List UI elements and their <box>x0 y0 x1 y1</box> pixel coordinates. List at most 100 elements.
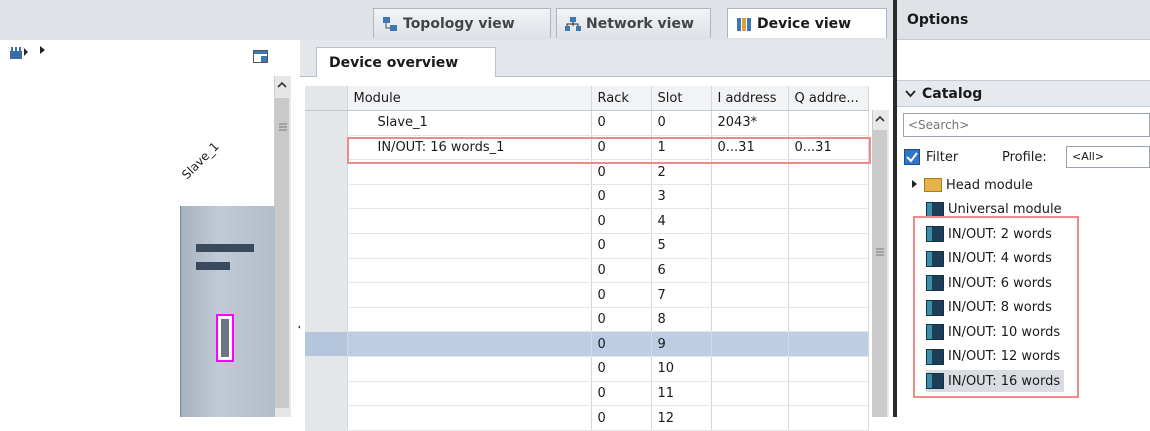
profile-select[interactable]: <All> <box>1066 146 1150 168</box>
table-row[interactable]: 04 <box>305 208 869 235</box>
q-address-cell[interactable] <box>788 405 869 431</box>
module-cell[interactable] <box>347 307 592 333</box>
catalog-title: Catalog <box>922 85 983 102</box>
table-row[interactable]: 05 <box>305 233 869 259</box>
module-cell[interactable] <box>347 258 592 284</box>
row-header-cell <box>305 135 348 161</box>
profibus-connector[interactable] <box>216 314 234 362</box>
table-row[interactable]: 07 <box>305 282 869 308</box>
row-header-cell <box>305 258 348 284</box>
column-header-q-address[interactable]: Q addre... <box>788 86 869 112</box>
q-address-cell[interactable] <box>788 282 869 308</box>
tab-topology-view[interactable]: Topology view <box>373 8 551 38</box>
tab-topology-label: Topology view <box>403 15 515 32</box>
module-cell[interactable] <box>347 184 592 210</box>
device-tool-icon[interactable] <box>8 44 30 62</box>
panel-layout-icon[interactable] <box>253 50 269 68</box>
i-address-cell[interactable] <box>711 184 789 210</box>
column-header-module[interactable]: Module <box>347 86 592 112</box>
slot-cell[interactable]: 6 <box>651 258 712 284</box>
q-address-cell[interactable] <box>788 233 869 259</box>
rack-cell[interactable]: 0 <box>591 208 652 235</box>
i-address-cell[interactable] <box>711 356 789 382</box>
slot-cell[interactable]: 12 <box>651 405 712 431</box>
module-cell[interactable]: Slave_1 <box>347 110 592 136</box>
module-cell[interactable] <box>347 405 592 431</box>
slot-cell[interactable]: 3 <box>651 184 712 210</box>
table-row[interactable]: Slave_1 0 0 2043* <box>305 110 869 136</box>
q-address-cell[interactable] <box>788 110 869 136</box>
table-row[interactable]: 0 12 <box>305 405 869 431</box>
q-address-cell[interactable] <box>788 307 869 333</box>
rack-cell[interactable]: 0 <box>591 282 652 308</box>
table-scroll-thumb[interactable] <box>873 130 887 417</box>
catalog-collapse-chevron-icon[interactable] <box>905 86 916 102</box>
scroll-up-arrow-icon[interactable] <box>275 78 289 96</box>
checkmark-icon <box>906 152 918 163</box>
i-address-cell[interactable] <box>711 258 789 284</box>
i-address-cell[interactable] <box>711 208 789 235</box>
rack-cell[interactable]: 0 <box>591 331 652 358</box>
rack-cell[interactable]: 0 <box>591 233 652 259</box>
slot-cell[interactable]: 7 <box>651 282 712 308</box>
rack-cell[interactable]: 0 <box>591 110 652 136</box>
tab-device-overview[interactable]: Device overview <box>316 47 496 77</box>
table-row[interactable]: 06 <box>305 258 869 284</box>
i-address-cell[interactable] <box>711 331 789 358</box>
row-header-cell <box>305 208 348 235</box>
expand-arrow-icon[interactable] <box>39 44 47 59</box>
slot-cell[interactable]: 11 <box>651 381 712 407</box>
q-address-cell[interactable] <box>788 258 869 284</box>
q-address-cell[interactable] <box>788 184 869 210</box>
module-cell[interactable] <box>347 381 592 407</box>
expand-arrow-icon[interactable] <box>910 178 920 193</box>
topology-view-icon <box>382 16 398 32</box>
rack-cell[interactable]: 0 <box>591 405 652 431</box>
q-address-cell[interactable] <box>788 331 869 358</box>
i-address-cell[interactable]: 2043* <box>711 110 789 136</box>
rack-cell[interactable]: 0 <box>591 258 652 284</box>
table-row[interactable]: 0 10 <box>305 356 869 382</box>
slot-cell[interactable]: 0 <box>651 110 712 136</box>
catalog-search-input[interactable] <box>903 113 1150 137</box>
module-cell[interactable] <box>347 282 592 308</box>
slot-cell[interactable]: 9 <box>651 331 712 358</box>
tab-network-view[interactable]: Network view <box>556 8 711 38</box>
rack-cell[interactable]: 0 <box>591 356 652 382</box>
rack-cell[interactable]: 0 <box>591 381 652 407</box>
column-header-rack[interactable]: Rack <box>591 86 652 112</box>
device-module-graphic[interactable] <box>180 206 275 417</box>
column-header-slot[interactable]: Slot <box>651 86 712 112</box>
table-row[interactable]: 08 <box>305 307 869 333</box>
table-row[interactable]: 03 <box>305 184 869 210</box>
rack-cell[interactable]: 0 <box>591 307 652 333</box>
i-address-cell[interactable] <box>711 381 789 407</box>
catalog-section-header[interactable]: Catalog <box>897 80 1150 107</box>
module-cell[interactable] <box>347 208 592 235</box>
slot-cell[interactable]: 8 <box>651 307 712 333</box>
slot-cell[interactable]: 10 <box>651 356 712 382</box>
tab-device-view[interactable]: Device view <box>727 8 887 38</box>
table-scroll-up-icon[interactable] <box>873 112 887 130</box>
i-address-cell[interactable] <box>711 282 789 308</box>
i-address-cell[interactable] <box>711 233 789 259</box>
slot-cell[interactable]: 5 <box>651 233 712 259</box>
table-row[interactable]: 0 11 <box>305 381 869 407</box>
q-address-cell[interactable] <box>788 356 869 382</box>
q-address-cell[interactable] <box>788 381 869 407</box>
table-scroll-grip-icon <box>876 245 884 260</box>
rack-cell[interactable]: 0 <box>591 184 652 210</box>
module-cell[interactable] <box>347 331 592 358</box>
filter-checkbox[interactable] <box>904 149 920 165</box>
module-cell[interactable] <box>347 233 592 259</box>
i-address-cell[interactable] <box>711 405 789 431</box>
module-cell[interactable] <box>347 356 592 382</box>
row-header-cell <box>305 331 348 358</box>
q-address-cell[interactable] <box>788 208 869 235</box>
catalog-item[interactable]: Head module <box>910 174 1033 196</box>
column-header-i-address[interactable]: I address <box>711 86 789 112</box>
slot-cell[interactable]: 4 <box>651 208 712 235</box>
table-row[interactable]: 09 <box>305 331 869 358</box>
canvas-scroll-thumb[interactable] <box>275 98 289 408</box>
i-address-cell[interactable] <box>711 307 789 333</box>
